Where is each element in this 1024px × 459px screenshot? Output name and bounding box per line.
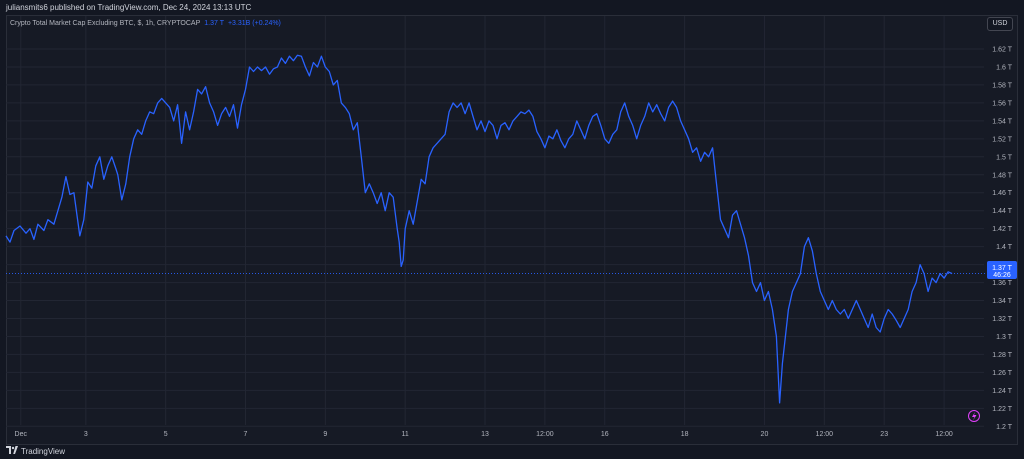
time-axis: Dec 3 5 7 9 11 13 12:00 16 18 20 12:00 23 12:00 [15, 431, 953, 438]
y-tick-label: 1.52 T [992, 136, 1012, 143]
tradingview-brand[interactable]: TradingView [6, 446, 65, 456]
y-tick-label: 1.34 T [992, 298, 1012, 305]
y-tick-label: 1.58 T [992, 82, 1012, 89]
chart-grid [6, 16, 984, 427]
lightning-icon[interactable] [968, 410, 980, 422]
x-tick-label: 18 [681, 431, 689, 438]
y-tick-label: 1.48 T [992, 172, 1012, 179]
y-tick-label: 1.3 T [996, 334, 1013, 341]
price-axis: 1.62 T 1.6 T 1.58 T 1.56 T 1.54 T 1.52 T 1.5 T… [992, 47, 1012, 431]
x-tick-label: 7 [244, 431, 248, 438]
legend-change: +3.31B (+0.24%) [227, 20, 281, 27]
price-chart[interactable]: 1.62 T 1.6 T 1.58 T 1.56 T 1.54 T 1.52 T 1.5 T… [0, 0, 1024, 459]
tradingview-logo-icon [6, 446, 18, 456]
x-tick-label: 23 [880, 431, 888, 438]
y-tick-label: 1.24 T [992, 388, 1012, 395]
y-tick-label: 1.44 T [992, 208, 1012, 215]
y-tick-label: 1.36 T [992, 280, 1012, 287]
footer: TradingView [0, 445, 1024, 459]
price-tag-value: 1.37 T [992, 265, 1012, 272]
chart-legend: Crypto Total Market Cap Excluding BTC, $… [10, 20, 281, 27]
x-tick-label: 12:00 [935, 431, 953, 438]
x-tick-label: 12:00 [816, 431, 834, 438]
x-tick-label: 13 [481, 431, 489, 438]
y-tick-label: 1.62 T [992, 47, 1012, 54]
y-tick-label: 1.4 T [996, 244, 1013, 251]
x-tick-label: 12:00 [536, 431, 554, 438]
y-tick-label: 1.54 T [992, 118, 1012, 125]
y-tick-label: 1.26 T [992, 370, 1012, 377]
price-tag: 1.37 T 46:26 [987, 261, 1017, 279]
price-tag-countdown: 46:26 [993, 272, 1011, 279]
x-tick-label: 3 [84, 431, 88, 438]
y-tick-label: 1.2 T [996, 424, 1013, 431]
y-tick-label: 1.32 T [992, 316, 1012, 323]
y-tick-label: 1.46 T [992, 190, 1012, 197]
y-tick-label: 1.56 T [992, 100, 1012, 107]
y-tick-label: 1.42 T [992, 226, 1012, 233]
y-tick-label: 1.6 T [996, 64, 1013, 71]
legend-symbol: Crypto Total Market Cap Excluding BTC, $… [10, 20, 201, 27]
y-tick-label: 1.28 T [992, 352, 1012, 359]
x-tick-label: 5 [164, 431, 168, 438]
x-tick-label: 16 [601, 431, 609, 438]
currency-button[interactable]: USD [987, 17, 1013, 31]
x-tick-label: 9 [323, 431, 327, 438]
tradingview-brand-label: TradingView [21, 446, 66, 456]
legend-value: 1.37 T [204, 20, 224, 27]
y-tick-label: 1.5 T [996, 154, 1013, 161]
y-tick-label: 1.22 T [992, 406, 1012, 413]
x-tick-label: Dec [15, 431, 28, 438]
x-tick-label: 20 [761, 431, 769, 438]
x-tick-label: 11 [402, 431, 409, 438]
